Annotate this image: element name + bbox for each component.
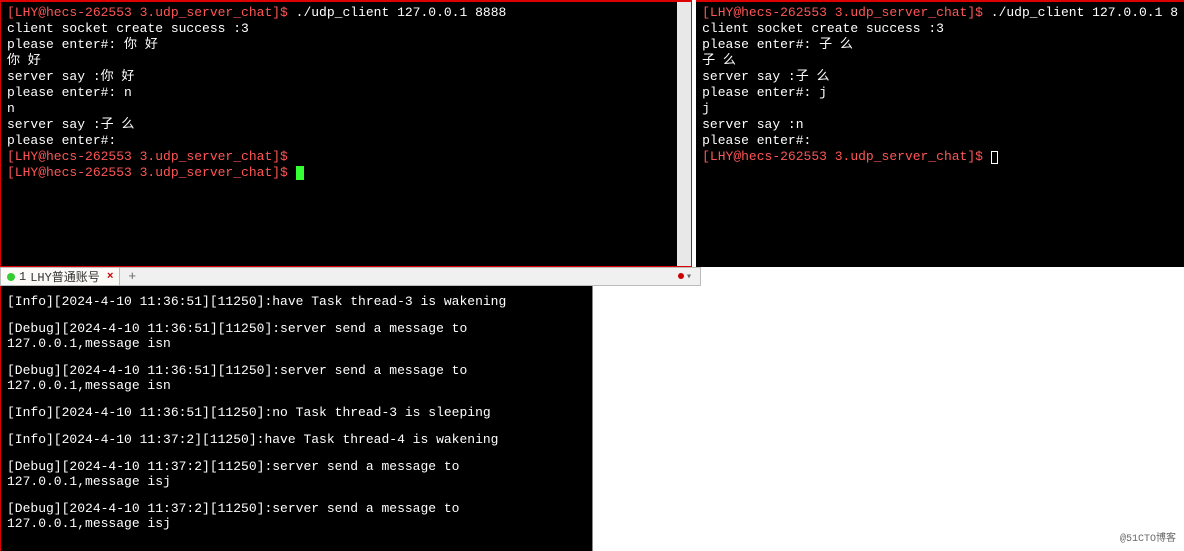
- cursor-icon: [296, 166, 304, 180]
- right-terminal-content: [LHY@hecs-262553 3.udp_server_chat]$ ./u…: [696, 2, 1184, 168]
- command-text: ./udp_client 127.0.0.1 8: [991, 5, 1178, 20]
- log-line: [Debug][2024-4-10 11:36:51][11250]:serve…: [7, 363, 586, 393]
- log-line: [Debug][2024-4-10 11:36:51][11250]:serve…: [7, 321, 586, 351]
- tab-number: 1: [19, 270, 26, 284]
- shell-prompt: [LHY@hecs-262553 3.udp_server_chat]$: [7, 5, 296, 20]
- output-line: please enter#: 子 么: [702, 37, 1178, 53]
- left-terminal-content: [LHY@hecs-262553 3.udp_server_chat]$ ./u…: [1, 2, 691, 266]
- log-line: [Info][2024-4-10 11:36:51][11250]:have T…: [7, 294, 586, 309]
- watermark-text: @51CTO博客: [1120, 529, 1176, 545]
- chevron-down-icon: ▾: [686, 272, 692, 283]
- output-line: n: [7, 101, 685, 117]
- left-terminal-pane[interactable]: [LHY@hecs-262553 3.udp_server_chat]$ ./u…: [0, 0, 692, 267]
- output-line: please enter#: n: [7, 85, 685, 101]
- tab-overflow-button[interactable]: ▾: [674, 271, 696, 283]
- right-terminal-pane[interactable]: [LHY@hecs-262553 3.udp_server_chat]$ ./u…: [696, 0, 1184, 267]
- output-line: server say :子 么: [7, 117, 685, 133]
- bottom-terminal-pane[interactable]: [Info][2024-4-10 11:36:51][11250]:have T…: [0, 286, 593, 551]
- blank-area: [593, 286, 1184, 551]
- tab-label: LHY普通账号: [30, 268, 100, 285]
- status-indicator-icon: [7, 273, 15, 281]
- output-line: 你 好: [7, 53, 685, 69]
- tab-bar: 1 LHY普通账号 × + ▾: [0, 267, 701, 286]
- log-line: [Info][2024-4-10 11:37:2][11250]:have Ta…: [7, 432, 586, 447]
- command-text: ./udp_client 127.0.0.1 8888: [296, 5, 507, 20]
- shell-prompt: [LHY@hecs-262553 3.udp_server_chat]$: [7, 149, 288, 164]
- vertical-scrollbar[interactable]: [677, 2, 691, 266]
- close-icon[interactable]: ×: [107, 271, 114, 283]
- add-tab-button[interactable]: +: [120, 269, 144, 284]
- output-line: please enter#: j: [702, 85, 1178, 101]
- log-line: [Debug][2024-4-10 11:37:2][11250]:server…: [7, 459, 586, 489]
- output-line: client socket create success :3: [702, 21, 1178, 37]
- cursor-icon: [991, 151, 998, 164]
- shell-prompt: [LHY@hecs-262553 3.udp_server_chat]$: [702, 149, 991, 164]
- bottom-terminal-content: [Info][2024-4-10 11:36:51][11250]:have T…: [1, 286, 592, 551]
- output-line: client socket create success :3: [7, 21, 685, 37]
- output-line: server say :你 好: [7, 69, 685, 85]
- output-line: 子 么: [702, 53, 1178, 69]
- shell-prompt: [LHY@hecs-262553 3.udp_server_chat]$: [7, 165, 296, 180]
- output-line: server say :子 么: [702, 69, 1178, 85]
- log-line: [Info][2024-4-10 11:36:51][11250]:no Tas…: [7, 405, 586, 420]
- output-line: please enter#:: [702, 133, 1178, 149]
- session-tab[interactable]: 1 LHY普通账号 ×: [1, 268, 120, 285]
- log-line: [Debug][2024-4-10 11:37:2][11250]:server…: [7, 501, 586, 531]
- output-line: j: [702, 101, 1178, 117]
- dot-icon: [678, 273, 684, 279]
- output-line: server say :n: [702, 117, 1178, 133]
- output-line: please enter#: 你 好: [7, 37, 685, 53]
- shell-prompt: [LHY@hecs-262553 3.udp_server_chat]$: [702, 5, 991, 20]
- output-line: please enter#:: [7, 133, 685, 149]
